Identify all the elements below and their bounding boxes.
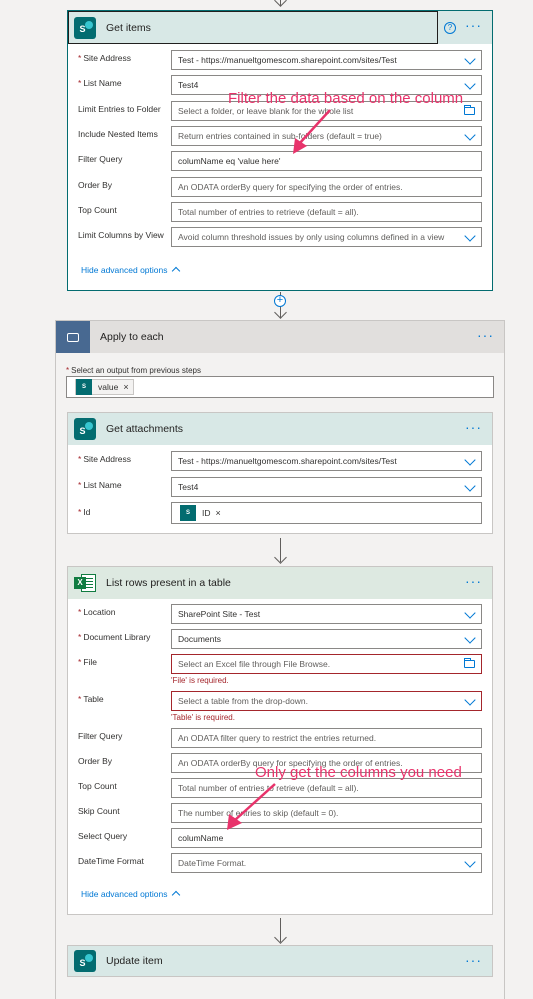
get-attachments-card: S Get attachments ··· * Site Address Test… (67, 412, 493, 534)
list_rows-table-error: 'Table' is required. (171, 713, 235, 722)
get_items-site-address-dropdown[interactable]: Test - https://manueltgomescom.sharepoin… (171, 50, 482, 70)
sharepoint-icon: S (180, 505, 196, 521)
get_items-limit-entries-to-folder-label: Limit Entries to Folder (78, 103, 161, 114)
get-attachments-header[interactable]: S Get attachments ··· (68, 413, 492, 445)
sharepoint-icon: S (74, 418, 96, 440)
more-options-icon[interactable]: ··· (465, 18, 482, 32)
get_items-order-by-label: Order By (78, 179, 113, 190)
excel-icon: X (74, 572, 96, 594)
required-marker: * (78, 53, 82, 63)
ga-list-name-dropdown[interactable]: Test4 (171, 477, 482, 497)
list_rows-file-error: 'File' is required. (171, 676, 229, 685)
list_rows-filter-query-input[interactable]: An ODATA filter query to restrict the en… (171, 728, 482, 748)
get-items-header[interactable]: S Get items ? ··· (68, 11, 492, 44)
more-options-icon[interactable]: ··· (465, 953, 482, 967)
select-output-label: * Select an output from previous steps (66, 366, 201, 375)
apply-to-each-header[interactable]: Apply to each ··· (56, 321, 504, 353)
list_rows-datetime-format-dropdown[interactable]: DateTime Format. (171, 853, 482, 873)
chevron-down-icon (464, 230, 476, 242)
list_rows-document-library-label: * Document Library (78, 632, 151, 642)
ga-id-field[interactable]: S ID × (171, 502, 482, 524)
chevron-down-icon (464, 632, 476, 644)
close-icon[interactable]: × (123, 382, 128, 392)
get-attachments-title: Get attachments (106, 423, 184, 435)
chevron-down-icon (464, 856, 476, 868)
list_rows-location-label: * Location (78, 607, 116, 617)
annotation-select: Only get the columns you need (255, 764, 462, 781)
annotation-filter: Filter the data based on the column (228, 90, 464, 107)
update-item-card: S Update item ··· (67, 945, 493, 977)
hide-advanced-link[interactable]: Hide advanced options (81, 889, 181, 900)
more-options-icon[interactable]: ··· (465, 420, 482, 434)
annotation-arrow-2 (227, 783, 276, 830)
required-marker: * (78, 632, 82, 642)
chevron-down-icon (464, 607, 476, 619)
more-options-icon[interactable]: ··· (477, 328, 494, 342)
more-options-icon[interactable]: ··· (465, 574, 482, 588)
select-output-field[interactable]: S value × (66, 376, 494, 398)
get_items-limit-columns-by-view-dropdown[interactable]: Avoid column threshold issues by only us… (171, 227, 482, 248)
list_rows-document-library-dropdown[interactable]: Documents (171, 629, 482, 649)
chevron-down-icon (464, 78, 476, 90)
list_rows-file-label: * File (78, 657, 98, 667)
update-item-header[interactable]: S Update item ··· (68, 946, 492, 976)
required-marker: * (78, 607, 82, 617)
list_rows-order-by-label: Order By (78, 756, 113, 766)
list_rows-top-count-label: Top Count (78, 781, 117, 791)
list-rows-header[interactable]: X List rows present in a table ··· (68, 567, 492, 599)
ga-id-label: * Id (78, 507, 91, 517)
sharepoint-icon: S (74, 16, 96, 39)
list_rows-table-dropdown[interactable]: Select a table from the drop-down. (171, 691, 482, 711)
list_rows-datetime-format-label: DateTime Format (78, 856, 144, 866)
required-marker: * (78, 657, 82, 667)
annotation-arrow-1 (293, 109, 331, 154)
list_rows-file-input[interactable]: Select an Excel file through File Browse… (171, 654, 482, 674)
get_items-include-nested-items-label: Include Nested Items (78, 128, 158, 139)
sharepoint-icon: S (76, 379, 92, 395)
chevron-down-icon (464, 454, 476, 466)
id-token[interactable]: S ID × (180, 505, 225, 521)
get_items-filter-query-label: Filter Query (78, 154, 123, 165)
list_rows-select-query-label: Select Query (78, 831, 128, 841)
get_items-limit-columns-by-view-label: Limit Columns by View (78, 230, 164, 241)
chevron-down-icon (464, 129, 476, 141)
apply-to-each-title: Apply to each (100, 331, 164, 343)
value-token[interactable]: S value × (75, 379, 134, 395)
chevron-down-icon (464, 694, 476, 706)
get_items-order-by-input[interactable]: An ODATA orderBy query for specifying th… (171, 176, 482, 197)
list_rows-table-label: * Table (78, 694, 104, 704)
ga-site-address-dropdown[interactable]: Test - https://manueltgomescom.sharepoin… (171, 451, 482, 471)
folder-icon[interactable] (464, 658, 475, 668)
chevron-down-icon (464, 53, 476, 65)
ga-site-address-label: * Site Address (78, 454, 132, 464)
chevron-down-icon (464, 480, 476, 492)
required-marker: * (78, 78, 82, 89)
get_items-top-count-label: Top Count (78, 204, 117, 215)
list-rows-title: List rows present in a table (106, 577, 231, 589)
required-marker: * (78, 694, 82, 704)
list-rows-card: X List rows present in a table ··· * Loca… (67, 566, 493, 915)
sharepoint-icon: S (74, 950, 96, 972)
chevron-up-icon (172, 266, 181, 276)
help-icon[interactable]: ? (444, 22, 456, 34)
get-items-card: S Get items ? ··· * Site Address Test - ht… (67, 10, 493, 291)
connector-top-arrow (274, 0, 287, 7)
update-item-title: Update item (106, 955, 163, 967)
get_items-site-address-label: * Site Address (78, 53, 132, 63)
get-items-title: Get items (106, 21, 151, 34)
connector-1-arrow (274, 306, 287, 319)
list_rows-filter-query-label: Filter Query (78, 731, 123, 741)
list_rows-skip-count-label: Skip Count (78, 806, 120, 816)
loop-icon (56, 321, 90, 353)
get_items-list-name-label: * List Name (78, 78, 122, 89)
get_items-top-count-input[interactable]: Total number of entries to retrieve (def… (171, 201, 482, 222)
ga-list-name-label: * List Name (78, 480, 122, 490)
close-icon[interactable]: × (216, 508, 221, 518)
list_rows-location-dropdown[interactable]: SharePoint Site - Test (171, 604, 482, 624)
chevron-up-icon (172, 890, 181, 900)
hide-advanced-link[interactable]: Hide advanced options (81, 265, 181, 276)
folder-icon[interactable] (464, 104, 475, 115)
